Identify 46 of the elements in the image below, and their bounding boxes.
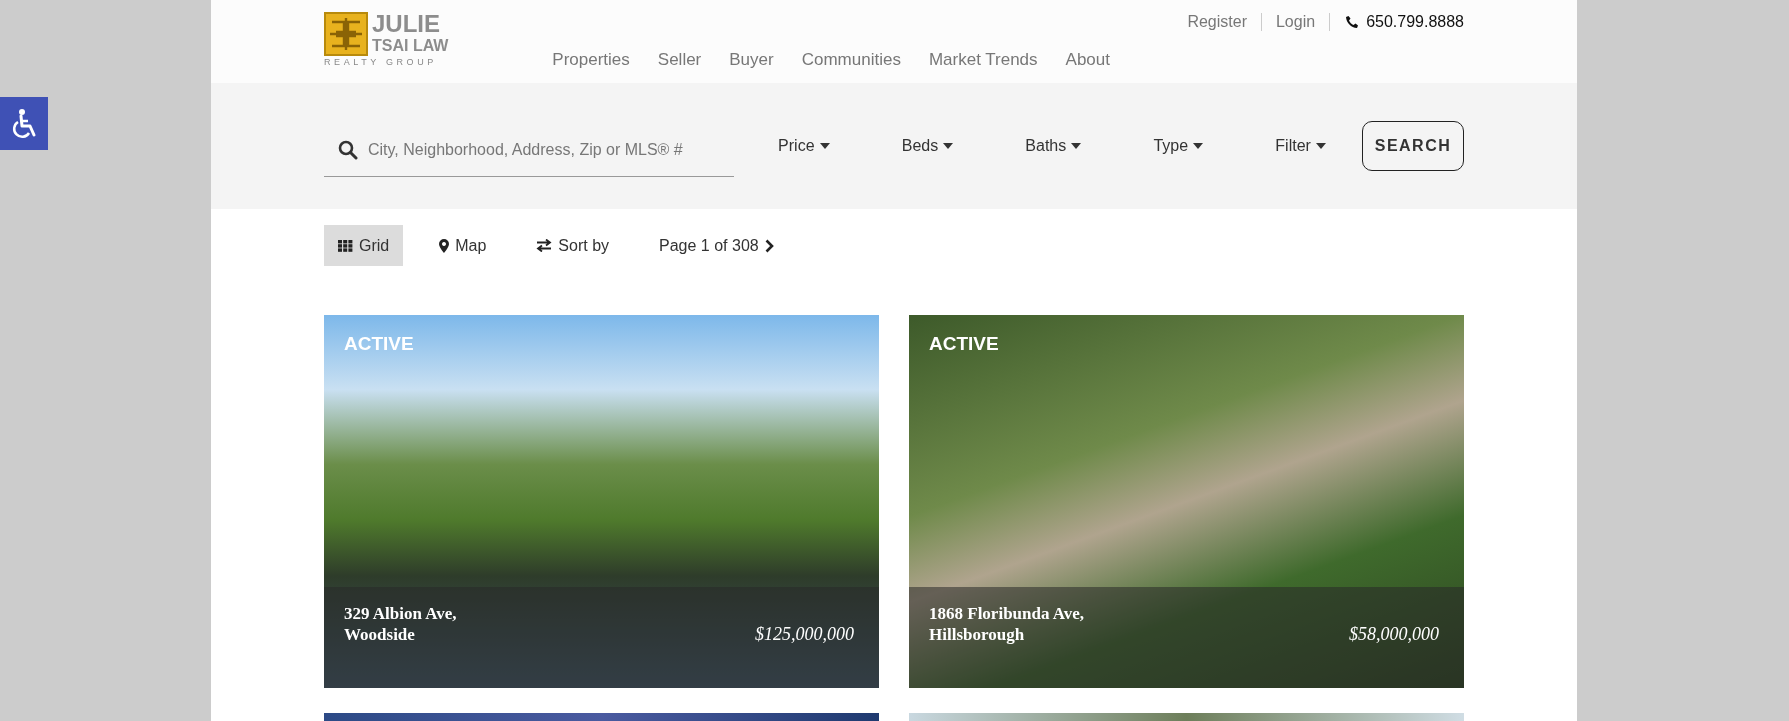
nav-link[interactable]: Buyer — [729, 50, 774, 70]
logo-name: JULIE — [372, 12, 441, 36]
map-pin-icon — [439, 238, 450, 253]
listing-address: 1868 Floribunda Ave, — [929, 603, 1085, 624]
listing-city: Woodside — [344, 624, 416, 645]
search-field[interactable]: City, Neighborhood, Address, Zip or MLS® # — [324, 123, 734, 177]
listing-status: ACTIVE — [929, 333, 999, 355]
filter-dropdown[interactable]: Beds — [895, 136, 960, 156]
logo-emblem-icon — [324, 12, 368, 56]
caret-icon — [1071, 143, 1082, 149]
chevron-right-icon — [764, 238, 774, 253]
account-link[interactable]: Login — [1275, 13, 1316, 31]
caret-icon — [1193, 143, 1204, 149]
logo-name: TSAI LAW — [372, 38, 449, 54]
filter-dropdown[interactable]: Price — [772, 136, 836, 156]
listing-status: ACTIVE — [344, 333, 414, 355]
logo-tagline: REALTY GROUP — [324, 57, 438, 67]
swap-arrows-icon — [536, 239, 553, 252]
grid-icon — [338, 239, 353, 252]
listing-card[interactable]: ACTIVE 1868 Floribunda Ave, Hillsborough $58,000,000 — [909, 315, 1464, 688]
listing-address: 329 Albion Ave, — [344, 603, 457, 624]
filter-dropdown[interactable]: Filter — [1269, 136, 1332, 156]
phone-link[interactable]: 650.799.8888 — [1366, 13, 1464, 31]
listing-city: Hillsborough — [929, 624, 1026, 645]
nav-link[interactable]: Properties — [552, 50, 630, 70]
listing-card[interactable]: ACTIVE 329 Albion Ave, Woodside $125,000,000 — [324, 315, 879, 688]
phone-icon — [1344, 14, 1361, 30]
view-tab[interactable]: Grid — [324, 225, 404, 266]
nav-link[interactable]: Seller — [657, 50, 702, 70]
caret-icon — [1315, 143, 1326, 149]
nav-link[interactable]: Market Trends — [928, 50, 1038, 70]
accessibility-button[interactable] — [0, 97, 48, 150]
filter-dropdown[interactable]: Type — [1147, 136, 1210, 156]
filter-dropdown[interactable]: Baths — [1019, 136, 1088, 156]
view-tab[interactable]: Map — [425, 225, 501, 266]
listing-price: $58,000,000 — [1349, 624, 1439, 645]
nav-link[interactable]: About — [1065, 50, 1110, 70]
search-icon — [338, 140, 358, 160]
nav-link[interactable]: Communities — [801, 50, 901, 70]
caret-icon — [819, 143, 830, 149]
caret-icon — [943, 143, 954, 149]
sort-button[interactable]: Sort by — [522, 225, 624, 266]
pagination-next[interactable]: Page 1 of 308 — [645, 225, 788, 266]
listing-price: $125,000,000 — [755, 624, 854, 645]
search-button[interactable]: SEARCH — [1362, 121, 1464, 171]
account-link[interactable]: Register — [1187, 13, 1247, 31]
